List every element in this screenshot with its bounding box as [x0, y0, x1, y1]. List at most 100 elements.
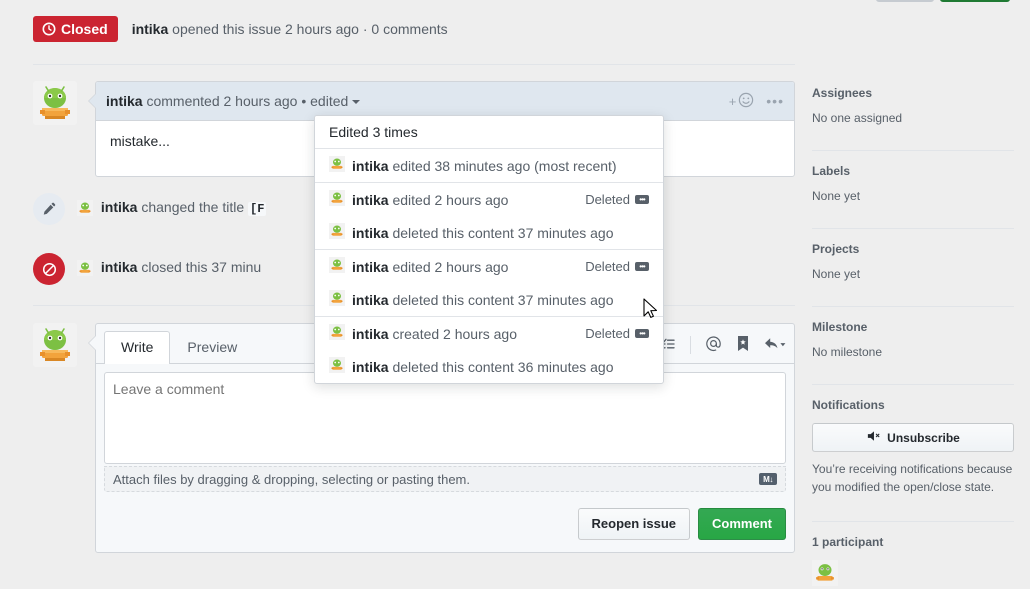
sidebar-divider — [812, 228, 1014, 229]
dropdown-item-content: intika created 2 hours ago — [329, 324, 517, 343]
pencil-icon — [33, 193, 65, 225]
reopen-issue-button[interactable]: Reopen issue — [577, 508, 691, 540]
markdown-toolbar — [660, 335, 786, 363]
sidebar-title-labels[interactable]: Labels — [812, 164, 1014, 178]
sidebar-section-projects: Projects None yet — [812, 242, 1014, 293]
avatar[interactable] — [33, 323, 77, 367]
kebab-icon[interactable]: ••• — [635, 329, 649, 338]
toolbar-divider — [690, 336, 691, 354]
dropdown-item-detail: edited 2 hours ago — [392, 191, 509, 208]
sidebar-divider — [812, 150, 1014, 151]
markdown-supported-icon[interactable]: M↓ — [759, 473, 777, 485]
sidebar-title-assignees[interactable]: Assignees — [812, 86, 1014, 100]
attach-files-text: Attach files by dragging & dropping, sel… — [113, 471, 470, 487]
divider-top — [33, 64, 795, 65]
issue-meta: intika opened this issue 2 hours ago · 0… — [132, 21, 448, 37]
unsubscribe-button[interactable]: Unsubscribe — [812, 423, 1014, 452]
timeline-event-description: closed this 37 minu — [141, 259, 262, 275]
dropdown-item-detail: edited 38 minutes ago (most recent) — [392, 157, 617, 174]
sidebar-title-projects[interactable]: Projects — [812, 242, 1014, 256]
timeline-event-author[interactable]: intika — [101, 259, 138, 275]
status-badge-label: Closed — [61, 21, 108, 37]
edited-dropdown-trigger[interactable]: edited — [310, 93, 348, 109]
kebab-icon[interactable]: ••• — [635, 262, 649, 271]
comment-author[interactable]: intika — [106, 93, 143, 109]
deleted-badge[interactable]: Deleted ••• — [585, 259, 649, 274]
kebab-icon[interactable]: ••• — [635, 195, 649, 204]
issue-author[interactable]: intika — [132, 21, 169, 37]
timeline-event-author[interactable]: intika — [101, 199, 138, 215]
mini-avatar — [329, 156, 345, 175]
issue-comment-count: 0 comments — [371, 21, 448, 37]
notifications-note: You’re receiving notifications because y… — [812, 462, 1013, 494]
sidebar-section-notifications: Notifications Unsubscribe You’re receivi… — [812, 398, 1014, 508]
deleted-badge[interactable]: Deleted ••• — [585, 326, 649, 341]
dropdown-item-content: intika edited 2 hours ago — [329, 257, 508, 276]
deleted-badge[interactable]: Deleted ••• — [585, 192, 649, 207]
list-item[interactable]: intika deleted this content 37 minutes a… — [315, 283, 663, 316]
mini-avatar — [329, 357, 345, 376]
unsubscribe-label: Unsubscribe — [887, 430, 960, 445]
saved-reply-icon[interactable] — [736, 335, 750, 355]
comment-textarea[interactable] — [104, 372, 786, 464]
list-item[interactable]: intika deleted this content 36 minutes a… — [315, 350, 663, 383]
timeline-event-closed: intika closed this 37 minu — [33, 253, 261, 285]
tab-write[interactable]: Write — [104, 331, 171, 364]
issue-page: Closed intika opened this issue 2 hours … — [0, 0, 1030, 589]
sidebar-section-assignees: Assignees No one assigned — [812, 86, 1014, 137]
dropdown-item-text: intika edited 2 hours ago — [352, 259, 508, 275]
circle-slash-icon — [33, 253, 65, 285]
list-item[interactable]: intika created 2 hours ago Deleted ••• — [315, 317, 663, 350]
dropdown-group: intika edited 2 hours ago Deleted ••• in… — [315, 183, 663, 250]
mini-avatar[interactable] — [77, 200, 93, 219]
dropdown-header: Edited 3 times — [315, 116, 663, 149]
sidebar-divider — [812, 384, 1014, 385]
deleted-label: Deleted — [585, 192, 630, 207]
dropdown-item-author: intika — [352, 258, 389, 275]
mini-avatar — [329, 324, 345, 343]
comment-options-kebab-icon[interactable]: ••• — [766, 94, 784, 108]
list-item[interactable]: intika edited 2 hours ago Deleted ••• — [315, 183, 663, 216]
list-item[interactable]: intika edited 38 minutes ago (most recen… — [315, 149, 663, 182]
mini-avatar[interactable] — [77, 260, 93, 279]
sidebar-title-milestone[interactable]: Milestone — [812, 320, 1014, 334]
sidebar-title-notifications: Notifications — [812, 398, 885, 412]
comment-header-actions: + ••• — [729, 92, 784, 111]
dropdown-item-author: intika — [352, 224, 389, 241]
deleted-label: Deleted — [585, 326, 630, 341]
dropdown-item-detail: edited 2 hours ago — [392, 258, 509, 275]
mention-icon[interactable] — [705, 335, 722, 355]
avatar[interactable] — [33, 81, 77, 125]
edit-history-dropdown: Edited 3 times intika edited 38 minutes … — [314, 115, 664, 384]
dropdown-group: intika edited 2 hours ago Deleted ••• in… — [315, 250, 663, 317]
top-cutoff-button-primary[interactable] — [940, 0, 1010, 2]
dropdown-item-content: intika deleted this content 37 minutes a… — [329, 290, 614, 309]
dropdown-arrow — [405, 115, 421, 116]
issue-opened-text: opened this issue 2 hours ago — [172, 21, 359, 37]
issue-meta-separator: · — [358, 21, 372, 37]
participant-avatar[interactable] — [812, 560, 1014, 589]
add-reaction-button[interactable]: + — [729, 92, 755, 111]
status-badge[interactable]: Closed — [33, 16, 118, 42]
dropdown-item-detail: created 2 hours ago — [392, 325, 517, 342]
issue-sidebar: Assignees No one assigned Labels None ye… — [812, 86, 1014, 589]
sidebar-value-assignees: No one assigned — [812, 111, 903, 125]
mouse-cursor — [643, 298, 659, 323]
mini-avatar — [329, 190, 345, 209]
comment-button[interactable]: Comment — [698, 508, 786, 540]
attach-files-dropzone[interactable]: Attach files by dragging & dropping, sel… — [104, 466, 786, 492]
dropdown-item-text: intika edited 38 minutes ago (most recen… — [352, 158, 617, 174]
list-item[interactable]: intika deleted this content 37 minutes a… — [315, 216, 663, 249]
dropdown-item-content: intika deleted this content 36 minutes a… — [329, 357, 614, 376]
reply-icon[interactable] — [764, 337, 786, 354]
dropdown-group: intika edited 38 minutes ago (most recen… — [315, 149, 663, 183]
tab-preview[interactable]: Preview — [170, 331, 254, 363]
list-item[interactable]: intika edited 2 hours ago Deleted ••• — [315, 250, 663, 283]
dropdown-item-detail: deleted this content 36 minutes ago — [392, 358, 614, 375]
chevron-down-icon[interactable] — [352, 100, 361, 105]
sidebar-divider — [812, 521, 1014, 522]
sidebar-section-labels: Labels None yet — [812, 164, 1014, 215]
timeline-event-text: intika closed this 37 minu — [77, 259, 261, 279]
mini-avatar — [329, 257, 345, 276]
top-cutoff-button-secondary[interactable] — [876, 0, 934, 2]
